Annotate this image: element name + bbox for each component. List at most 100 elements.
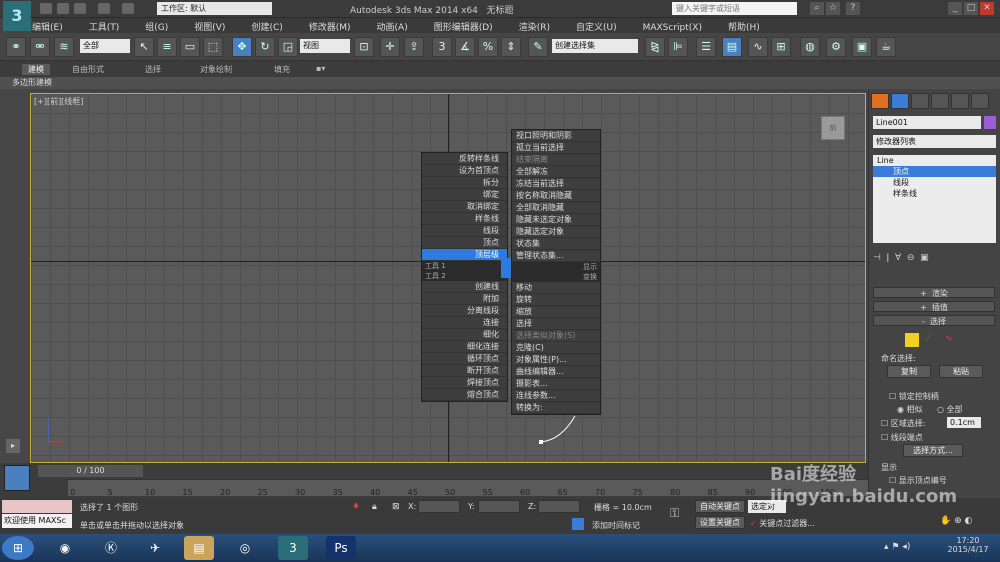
rect-selection-icon[interactable]: ▭ (180, 37, 200, 57)
kugou-icon[interactable]: Ⓚ (96, 536, 126, 560)
restore-icon[interactable]: □ (964, 2, 978, 15)
display-tab-icon[interactable] (951, 93, 969, 109)
minimize-icon[interactable]: _ (948, 2, 962, 15)
quad-right-item[interactable]: 全部取消隐藏 (512, 202, 600, 214)
keyboard-shortcut-icon[interactable]: ⇪ (404, 37, 424, 57)
absolute-mode-icon[interactable]: ⊠ (392, 502, 400, 512)
quad-right-transform[interactable]: 缩放 (512, 306, 600, 318)
explorer-icon[interactable]: ▤ (184, 536, 214, 560)
quad-right-item[interactable]: 状态集 (512, 238, 600, 250)
quad-left-item[interactable]: 顶点 (422, 237, 507, 249)
quad-right-transform[interactable]: 连线参数... (512, 390, 600, 402)
quad-right-item[interactable]: 结束隔离 (512, 154, 600, 166)
mini-curve-editor-toggle[interactable] (4, 465, 30, 491)
3dsmax-taskbar-icon[interactable]: 3 (278, 536, 308, 560)
maxscript-mini-listener[interactable] (2, 500, 72, 513)
align-icon[interactable]: ⊫ (668, 37, 688, 57)
reference-coord-dropdown[interactable]: 视图 (300, 39, 350, 53)
z-coord-field[interactable] (538, 500, 580, 513)
link-icon[interactable]: ⚭ (6, 37, 26, 57)
copy-button[interactable]: 复制 (887, 365, 931, 378)
photoshop-icon[interactable]: Ps (326, 536, 356, 560)
quad-right-transform[interactable]: 曲线编辑器... (512, 366, 600, 378)
quad-right-transform[interactable]: 转换为: (512, 402, 600, 414)
viewcube[interactable]: 前 (821, 116, 845, 140)
quad-right-item[interactable]: 全部解冻 (512, 166, 600, 178)
quad-left-item[interactable]: 样条线 (422, 213, 507, 225)
selection-filter-dropdown[interactable]: 全部 (80, 39, 130, 53)
quad-right-item[interactable]: 隐藏未选定对象 (512, 214, 600, 226)
rollout-selection[interactable]: - 选择 (873, 315, 995, 326)
ribbon-options-icon[interactable]: ▪▾ (316, 64, 325, 73)
media-player-icon[interactable]: ◎ (230, 536, 260, 560)
unlink-icon[interactable]: ⚮ (30, 37, 50, 57)
viewport-nav-icons[interactable]: ✋ ⊕ ◐ (940, 516, 972, 526)
quad-left-item[interactable]: 反转样条线 (422, 153, 507, 165)
quad-left-tool[interactable]: 焊接顶点 (422, 377, 507, 389)
ribbon-subpanel[interactable]: 多边形建模 (0, 77, 1000, 89)
quad-right-transform[interactable]: 对象属性(P)... (512, 354, 600, 366)
modifier-list-dropdown[interactable]: 修改器列表 (873, 135, 996, 148)
paste-button[interactable]: 粘贴 (939, 365, 983, 378)
named-selection-dropdown[interactable]: 创建选择集 (552, 39, 638, 53)
graphite-tools-icon[interactable]: ▤ (722, 37, 742, 57)
quad-right-item[interactable]: 冻结当前选择 (512, 178, 600, 190)
workspace-dropdown[interactable]: 工作区: 默认 (157, 2, 272, 15)
open-file-icon[interactable] (57, 3, 69, 14)
search-input[interactable]: 键入关键字或短语 (672, 2, 797, 15)
ribbon-tab-modeling[interactable]: 建模 (22, 64, 50, 75)
close-icon[interactable]: ✕ (980, 2, 994, 15)
modifier-stack-item[interactable]: 线段 (873, 177, 996, 188)
segment-end-checkbox[interactable]: ☐ 线段端点 (881, 432, 923, 443)
motion-tab-icon[interactable] (931, 93, 949, 109)
bird-app-icon[interactable]: ✈ (140, 536, 170, 560)
y-coord-field[interactable] (478, 500, 520, 513)
key-filters[interactable]: ✓ 关键点过滤器... (750, 518, 815, 529)
angle-snap-icon[interactable]: ∡ (455, 37, 475, 57)
modifier-stack-item[interactable]: 样条线 (873, 188, 996, 199)
select-manipulate-icon[interactable]: ✛ (380, 37, 400, 57)
spinner-snap-icon[interactable]: ⇕ (501, 37, 521, 57)
quad-left-item[interactable]: 线段 (422, 225, 507, 237)
render-production-icon[interactable]: ☕ (876, 37, 896, 57)
schematic-view-icon[interactable]: ⊞ (771, 37, 791, 57)
similar-radio[interactable]: ◉ 相似 (897, 404, 923, 415)
rollout-rendering[interactable]: + 渲染 (873, 287, 995, 298)
viewport-label[interactable]: [+][前][线框] (34, 96, 83, 107)
quad-right-transform[interactable]: 旋转 (512, 294, 600, 306)
quad-right-item[interactable]: 按名称取消隐藏 (512, 190, 600, 202)
quad-left-tool[interactable]: 循环顶点 (422, 353, 507, 365)
key-icon[interactable]: ⚿ (670, 506, 679, 521)
auto-key-button[interactable]: 自动关键点 (695, 500, 745, 513)
vertex-mode-icon[interactable] (905, 333, 919, 347)
quad-left-tool[interactable]: 分离线段 (422, 305, 507, 317)
scale-icon[interactable]: ◲ (278, 37, 298, 57)
lock-selection-icon[interactable]: 🔒︎ (372, 502, 377, 512)
quad-right-transform[interactable]: 选择类似对象(S) (512, 330, 600, 342)
maxscript-listener[interactable]: 欢迎使用 MAXSc (2, 514, 72, 528)
percent-snap-icon[interactable]: % (478, 37, 498, 57)
rotate-icon[interactable]: ↻ (255, 37, 275, 57)
utilities-tab-icon[interactable] (971, 93, 989, 109)
tray-icons[interactable]: ▴ ⚑ ◂) (884, 542, 910, 552)
quad-right-transform[interactable]: 移动 (512, 282, 600, 294)
snap-toggle-icon[interactable]: 3 (432, 37, 452, 57)
help-icon[interactable]: ? (846, 2, 860, 15)
ribbon-tab-populate[interactable]: 填充 (274, 64, 290, 75)
quad-right-transform[interactable]: 选择 (512, 318, 600, 330)
quad-right-item[interactable]: 管理状态集... (512, 250, 600, 262)
clock[interactable]: 17:20 2015/4/17 (940, 536, 996, 554)
undo-icon[interactable] (98, 3, 110, 14)
quad-left-item[interactable]: 绑定 (422, 189, 507, 201)
select-by-name-icon[interactable]: ≡ (157, 37, 177, 57)
quad-left-tool[interactable]: 细化连接 (422, 341, 507, 353)
layer-manager-icon[interactable]: ☰ (696, 37, 716, 57)
app-logo-icon[interactable]: 3 (3, 1, 31, 31)
ribbon-tab-freeform[interactable]: 自由形式 (72, 64, 104, 75)
select-by-button[interactable]: 选择方式... (903, 444, 963, 457)
select-object-icon[interactable]: ↖ (134, 37, 154, 57)
quad-right-transform[interactable]: 摄影表... (512, 378, 600, 390)
time-tag-icon[interactable] (572, 518, 584, 530)
expand-arrow-icon[interactable]: ▸ (6, 439, 20, 453)
quad-left-item[interactable]: 顶层级 (422, 249, 507, 261)
